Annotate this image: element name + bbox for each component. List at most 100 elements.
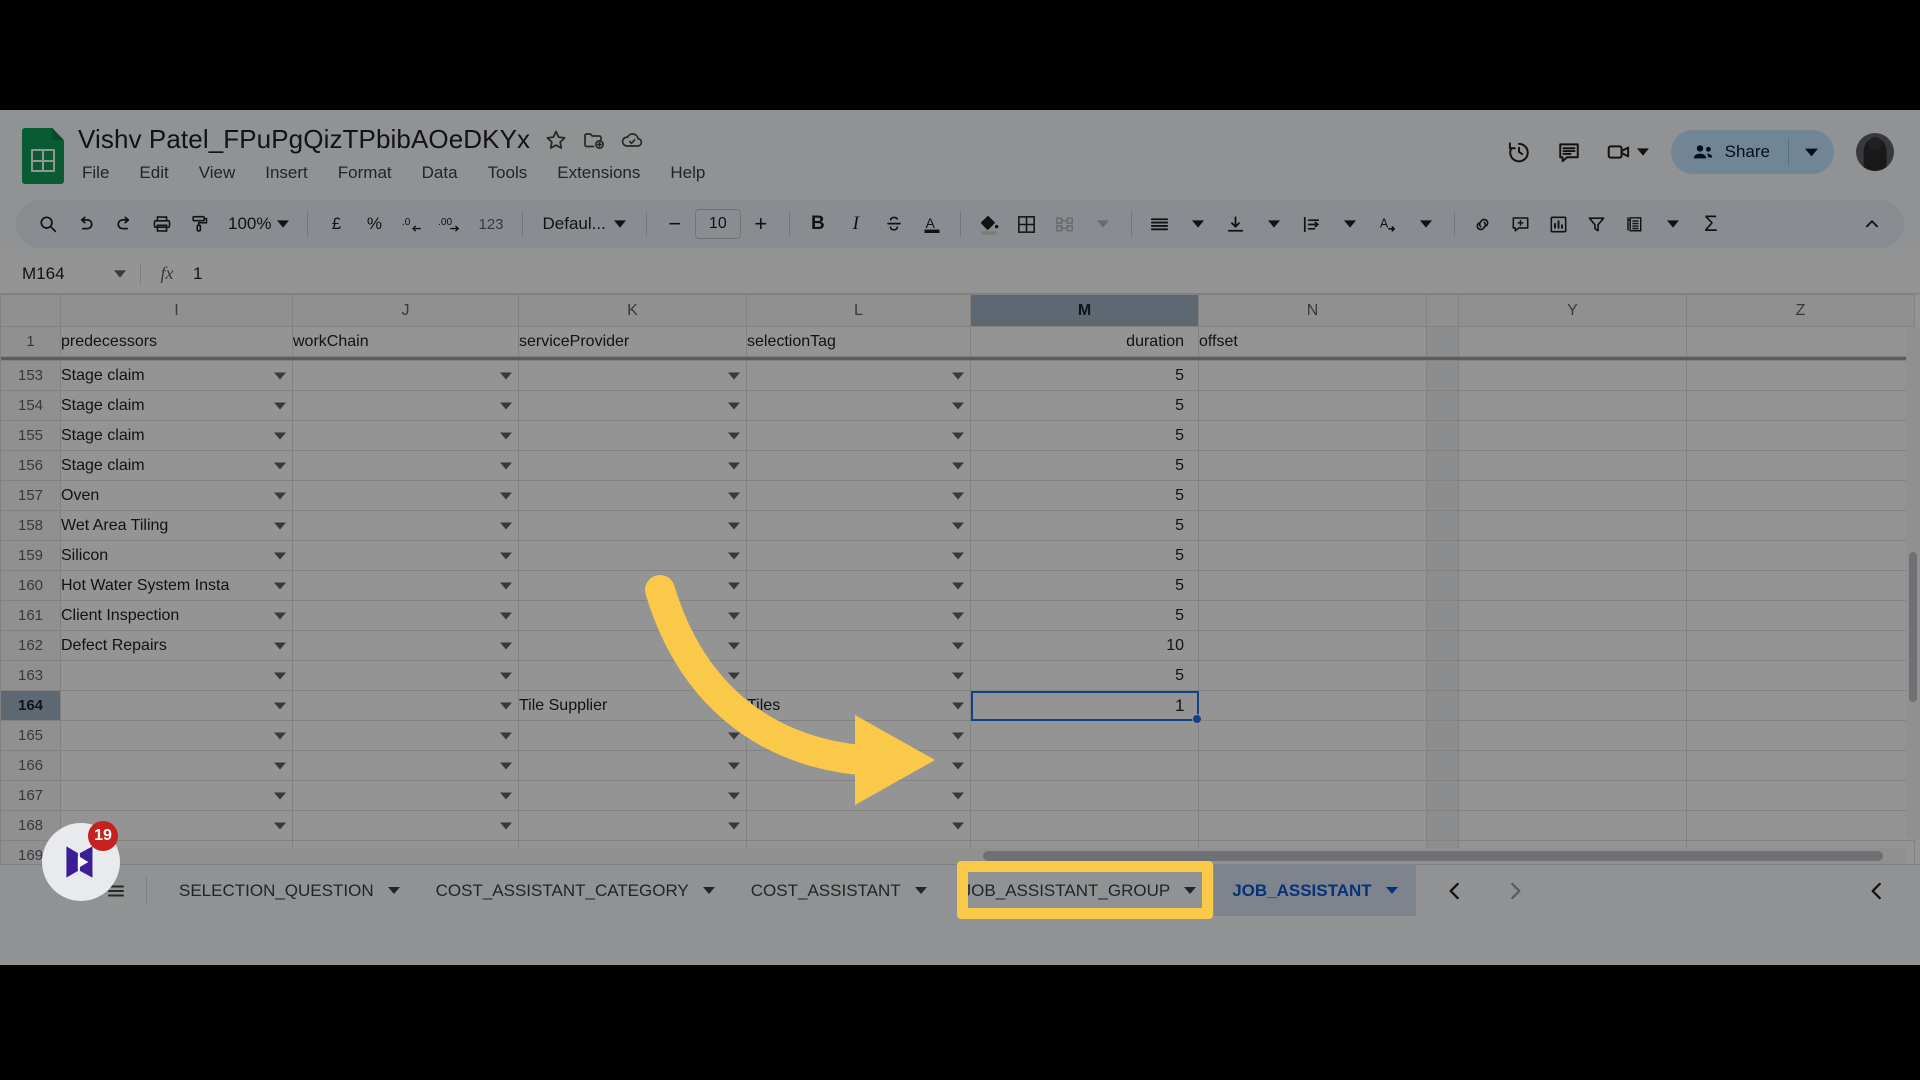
create-filter-icon[interactable] — [1579, 206, 1615, 242]
cell[interactable] — [1686, 360, 1915, 391]
cell[interactable] — [292, 450, 519, 481]
cell[interactable] — [518, 450, 747, 481]
dropdown-arrow-icon[interactable] — [952, 612, 964, 619]
cell[interactable] — [746, 630, 971, 661]
cell[interactable] — [1686, 420, 1915, 451]
cell[interactable] — [746, 780, 971, 811]
print-icon[interactable] — [144, 206, 180, 242]
select-all-corner[interactable] — [0, 294, 61, 327]
cell[interactable] — [1458, 510, 1687, 541]
cell[interactable] — [1458, 326, 1687, 357]
cell[interactable] — [518, 810, 747, 841]
version-history-icon[interactable] — [1505, 138, 1533, 166]
italic-button[interactable]: I — [838, 206, 874, 242]
more-formats-button[interactable]: 123 — [470, 206, 511, 242]
row-header-1[interactable]: 1 — [0, 326, 61, 357]
cell[interactable]: Stage claim — [60, 360, 293, 391]
column-header-z[interactable]: Z — [1686, 294, 1915, 327]
dropdown-arrow-icon[interactable] — [500, 672, 512, 679]
font-family-select[interactable]: Defaul... — [533, 206, 636, 242]
cell[interactable]: Hot Water System Insta — [60, 570, 293, 601]
cell[interactable] — [1458, 540, 1687, 571]
cell[interactable]: 5 — [970, 480, 1199, 511]
cell[interactable] — [970, 720, 1199, 751]
menu-item-tools[interactable]: Tools — [484, 161, 532, 185]
cell[interactable]: 5 — [970, 600, 1199, 631]
cell[interactable] — [292, 780, 519, 811]
cell[interactable] — [746, 450, 971, 481]
cell[interactable] — [1198, 540, 1427, 571]
cell[interactable] — [1686, 780, 1915, 811]
row-header-154[interactable]: 154 — [0, 390, 61, 421]
cell[interactable] — [746, 390, 971, 421]
vertical-align-caret[interactable] — [1256, 206, 1292, 242]
cell[interactable] — [1198, 690, 1427, 721]
text-wrapping-icon[interactable] — [1294, 206, 1330, 242]
cell[interactable] — [746, 720, 971, 751]
cell[interactable]: 5 — [970, 420, 1199, 451]
dropdown-arrow-icon[interactable] — [500, 702, 512, 709]
cell[interactable] — [1458, 480, 1687, 511]
menu-item-file[interactable]: File — [78, 161, 113, 185]
document-title[interactable]: Vishv Patel_FPuPgQizTPbibAOeDKYx — [78, 124, 530, 155]
text-rotation-caret[interactable] — [1408, 206, 1444, 242]
share-dropdown-caret[interactable] — [1789, 148, 1834, 157]
cell[interactable] — [970, 750, 1199, 781]
column-header-k[interactable]: K — [518, 294, 747, 327]
cell[interactable] — [1686, 660, 1915, 691]
merge-cells-caret[interactable] — [1085, 206, 1121, 242]
cell[interactable]: 5 — [970, 660, 1199, 691]
row-header-160[interactable]: 160 — [0, 570, 61, 601]
cell[interactable]: Defect Repairs — [60, 630, 293, 661]
cell[interactable] — [1458, 780, 1687, 811]
cell[interactable] — [1686, 480, 1915, 511]
cell[interactable] — [518, 510, 747, 541]
cell[interactable]: 10 — [970, 630, 1199, 661]
sidebar-toggle[interactable] — [1864, 878, 1890, 904]
row-header-164[interactable]: 164 — [0, 690, 61, 721]
column-header-n[interactable]: N — [1198, 294, 1427, 327]
dropdown-arrow-icon[interactable] — [728, 792, 740, 799]
menu-item-view[interactable]: View — [195, 161, 240, 185]
dropdown-arrow-icon[interactable] — [274, 792, 286, 799]
cell[interactable] — [518, 630, 747, 661]
cell[interactable]: Client Inspection — [60, 600, 293, 631]
dropdown-arrow-icon[interactable] — [728, 462, 740, 469]
cell[interactable] — [1198, 630, 1427, 661]
dropdown-arrow-icon[interactable] — [952, 672, 964, 679]
dropdown-arrow-icon[interactable] — [500, 402, 512, 409]
dropdown-arrow-icon[interactable] — [952, 402, 964, 409]
cell[interactable] — [1198, 390, 1427, 421]
cell[interactable] — [292, 690, 519, 721]
dropdown-arrow-icon[interactable] — [952, 762, 964, 769]
row-header-153[interactable]: 153 — [0, 360, 61, 391]
outlook-app-icon[interactable]: 19 — [42, 821, 120, 901]
cell[interactable] — [1198, 720, 1427, 751]
cell[interactable] — [1198, 420, 1427, 451]
chevron-down-icon[interactable] — [914, 887, 927, 894]
redo-icon[interactable] — [106, 206, 142, 242]
cell[interactable] — [1686, 630, 1915, 661]
cell[interactable] — [1686, 720, 1915, 751]
cell[interactable] — [1458, 690, 1687, 721]
cell[interactable] — [1458, 390, 1687, 421]
cell[interactable] — [746, 360, 971, 391]
cell[interactable]: Tile Supplier — [518, 690, 747, 721]
dropdown-arrow-icon[interactable] — [728, 552, 740, 559]
cell[interactable] — [1198, 600, 1427, 631]
cell[interactable]: offset — [1198, 326, 1427, 357]
dropdown-arrow-icon[interactable] — [500, 432, 512, 439]
user-avatar[interactable] — [1856, 133, 1894, 171]
dropdown-arrow-icon[interactable] — [274, 402, 286, 409]
cell[interactable] — [292, 660, 519, 691]
dropdown-arrow-icon[interactable] — [500, 582, 512, 589]
selected-cell-M164[interactable]: 1 — [970, 690, 1202, 724]
dropdown-arrow-icon[interactable] — [274, 492, 286, 499]
cell[interactable] — [518, 360, 747, 391]
menu-item-help[interactable]: Help — [666, 161, 709, 185]
row-header-161[interactable]: 161 — [0, 600, 61, 631]
borders-icon[interactable] — [1009, 206, 1045, 242]
horizontal-scrollbar[interactable] — [60, 848, 1906, 864]
cell[interactable] — [1686, 690, 1915, 721]
cell[interactable]: Stage claim — [60, 450, 293, 481]
